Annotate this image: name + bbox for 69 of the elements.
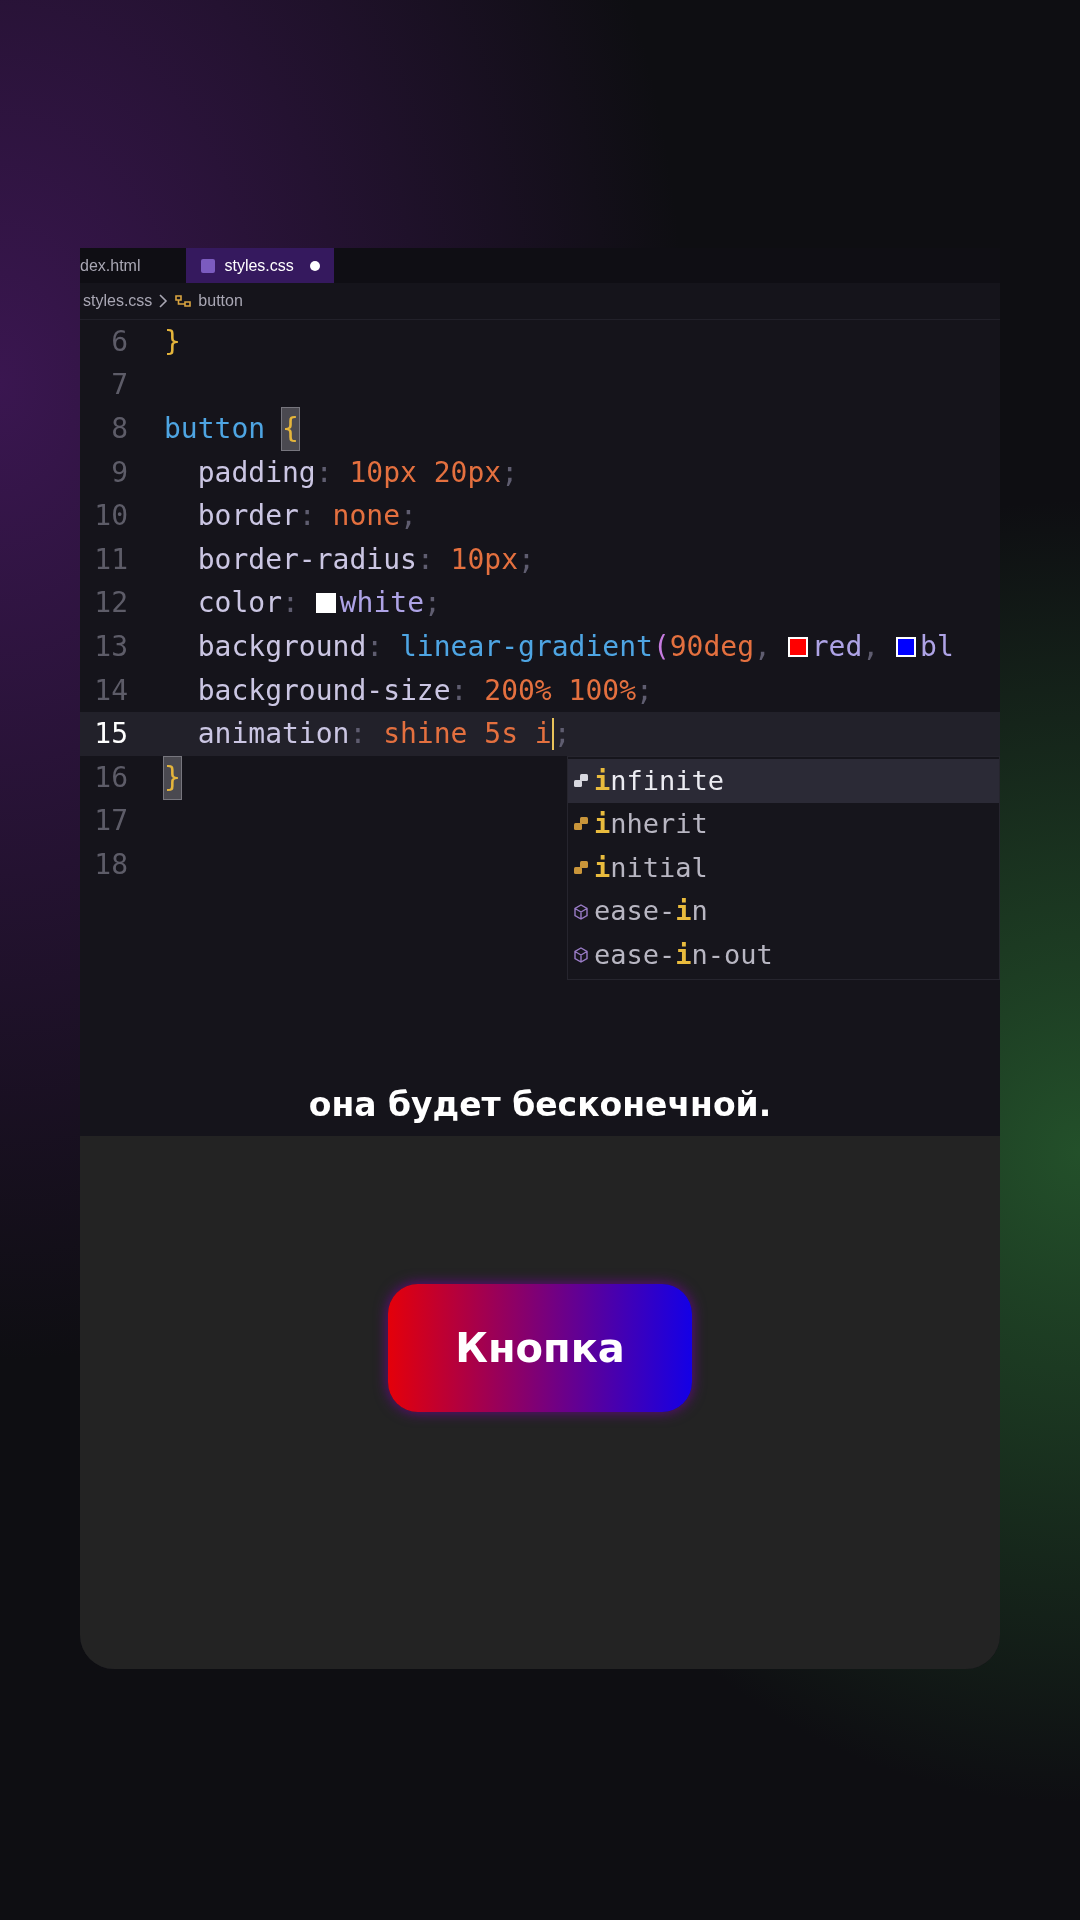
code-token: : xyxy=(416,541,435,578)
code-token: , xyxy=(754,628,772,665)
suggestion-item[interactable]: infinite xyxy=(568,759,999,803)
code-token: shine 5s i xyxy=(383,716,552,753)
code-token: 10px 20px xyxy=(349,454,502,491)
subtitle-caption: она будет бесконечной. xyxy=(308,1084,772,1126)
code-token: } xyxy=(164,756,181,799)
file-icon xyxy=(200,257,217,274)
suggestion-item[interactable]: inherit xyxy=(568,802,999,847)
code-token: , xyxy=(862,628,881,665)
line-number: 12 xyxy=(93,585,128,622)
code-token: button xyxy=(164,411,267,447)
code-token: border xyxy=(196,498,299,535)
code-token: : xyxy=(366,628,385,665)
line-number: 10 xyxy=(93,498,128,535)
code-token: ( xyxy=(652,628,670,665)
code-token: ; xyxy=(424,585,441,622)
cube-icon xyxy=(572,946,590,965)
breadcrumb-file[interactable]: styles.css xyxy=(83,289,153,313)
editor-tab[interactable]: styles.css xyxy=(186,248,334,283)
code-token: linear-gradient xyxy=(400,628,653,665)
code-token: ; xyxy=(501,454,518,491)
suggestion-item[interactable]: initial xyxy=(568,846,999,890)
editor-tab[interactable]: dex.html xyxy=(80,248,187,283)
code-token: : xyxy=(349,716,368,753)
suggestion-item[interactable]: ease-in xyxy=(568,889,999,934)
code-token: animation xyxy=(196,716,350,753)
line-number: 7 xyxy=(110,367,128,404)
line-number: 18 xyxy=(93,846,128,883)
suggestion-item[interactable]: ease-in-out xyxy=(568,933,999,977)
code-token: : xyxy=(315,454,334,491)
line-number: 11 xyxy=(93,541,128,578)
code-token: : xyxy=(450,672,469,709)
code-token: : xyxy=(298,498,317,535)
line-number: 14 xyxy=(93,672,128,709)
code-token: none xyxy=(332,498,400,535)
line-number: 15 xyxy=(93,716,128,753)
code-token: white xyxy=(339,585,425,622)
code-token: color xyxy=(196,585,282,622)
linked-squares-icon xyxy=(572,859,590,877)
code-token: ; xyxy=(636,672,653,709)
line-number: 17 xyxy=(93,803,128,840)
line-number: 6 xyxy=(110,323,128,360)
code-token: ; xyxy=(553,716,571,753)
code-token: 10px xyxy=(450,541,519,578)
code-token: background-size xyxy=(196,672,451,709)
line-number: 16 xyxy=(93,759,128,796)
chevron-icon xyxy=(158,294,169,308)
code-token: padding xyxy=(196,454,316,491)
text-cursor xyxy=(551,718,554,751)
line-number: 13 xyxy=(93,628,128,665)
code-token: ; xyxy=(400,498,417,535)
code-token: border-radius xyxy=(196,541,417,578)
code-token: : xyxy=(282,585,300,622)
code-token: 90deg xyxy=(669,628,755,665)
code-token: { xyxy=(282,408,299,450)
code-token: 200% 100% xyxy=(484,672,636,709)
symbol-icon xyxy=(174,293,193,309)
code-token: ; xyxy=(518,541,535,578)
breadcrumb-symbol[interactable]: button xyxy=(198,289,243,313)
line-number: 8 xyxy=(110,411,128,447)
code-token: red xyxy=(811,628,863,665)
code-token: } xyxy=(164,323,181,360)
cube-icon xyxy=(572,902,590,921)
code-token: bl xyxy=(920,628,954,665)
preview-button[interactable]: Кнопка xyxy=(388,1283,692,1412)
code-token: background xyxy=(196,628,367,665)
linked-squares-icon xyxy=(572,771,590,790)
line-number: 9 xyxy=(110,454,128,491)
